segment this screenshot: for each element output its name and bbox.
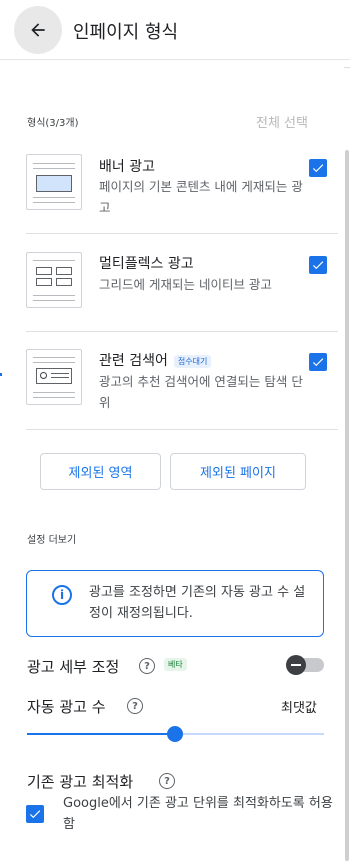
edge-marker (0, 373, 2, 376)
format-description: 그리드에 게재되는 네이티브 광고 (99, 277, 272, 292)
help-icon[interactable]: ? (159, 773, 175, 789)
format-title-text: 관련 검색어 (99, 353, 168, 369)
ad-count-slider-thumb[interactable] (167, 726, 183, 742)
existing-ad-optimization-label: 기존 광고 최적화 (27, 773, 134, 791)
format-row-related-search: 관련 검색어 접수대기 광고의 추천 검색어에 연결되는 탐색 단위 (26, 332, 338, 430)
format-title: 관련 검색어 접수대기 (99, 350, 212, 370)
info-text: 광고를 조정하면 기존의 자동 광고 수 설정이 재정의됩니다. (89, 585, 306, 621)
scrollbar-divider (344, 67, 350, 68)
formats-section-label: 형식(3/3개) (27, 118, 79, 129)
help-icon[interactable]: ? (127, 698, 143, 714)
checkmark-icon (312, 164, 324, 173)
header: 인페이지 형식 (0, 0, 350, 60)
auto-ad-count-label: 자동 광고 수 (27, 698, 106, 716)
info-box: i 광고를 조정하면 기존의 자동 광고 수 설정이 재정의됩니다. (26, 570, 324, 637)
format-description: 페이지의 기본 콘텐츠 내에 게재되는 광고 (99, 179, 303, 215)
back-button[interactable] (14, 6, 62, 54)
format-row-banner: 배너 광고 페이지의 기본 콘텐츠 내에 게재되는 광고 (26, 150, 338, 234)
ad-count-slider-fill (27, 733, 175, 735)
format-description: 광고의 추천 검색어에 연결되는 탐색 단위 (99, 374, 303, 410)
slider-value-label: 최댓값 (281, 701, 317, 716)
checkmark-icon (29, 810, 41, 819)
ad-fine-tuning-label: 광고 세부 조정 (27, 658, 120, 676)
multiplex-ad-icon (26, 252, 82, 308)
info-icon: i (52, 585, 72, 605)
format-checkbox-multiplex[interactable] (309, 256, 327, 274)
optimization-checkbox[interactable] (26, 805, 44, 823)
beta-badge: 베타 (164, 658, 187, 671)
page-title: 인페이지 형식 (73, 22, 179, 43)
format-checkbox-related-search[interactable] (309, 353, 327, 371)
format-title: 멀티플렉스 광고 (99, 256, 194, 272)
toggle-knob[interactable] (286, 655, 306, 675)
select-all-button[interactable]: 전체 선택 (256, 112, 308, 131)
status-badge: 접수대기 (173, 354, 212, 368)
optimization-option-text: Google에서 기존 광고 단위를 최적화하도록 허용함 (63, 796, 333, 832)
excluded-pages-button[interactable]: 제외된 페이지 (170, 453, 306, 490)
format-checkbox-banner[interactable] (309, 159, 327, 177)
related-search-icon (26, 349, 82, 405)
excluded-areas-button[interactable]: 제외된 영역 (40, 453, 161, 490)
checkmark-icon (312, 261, 324, 270)
checkmark-icon (312, 358, 324, 367)
format-row-multiplex: 멀티플렉스 광고 그리드에 게재되는 네이티브 광고 (26, 234, 338, 332)
format-title: 배너 광고 (99, 159, 155, 175)
more-settings-label: 설정 더보기 (27, 535, 77, 546)
help-icon[interactable]: ? (139, 658, 155, 674)
arrow-left-icon (31, 23, 45, 37)
banner-ad-icon (26, 154, 82, 210)
scrollbar-thumb[interactable] (345, 150, 349, 861)
